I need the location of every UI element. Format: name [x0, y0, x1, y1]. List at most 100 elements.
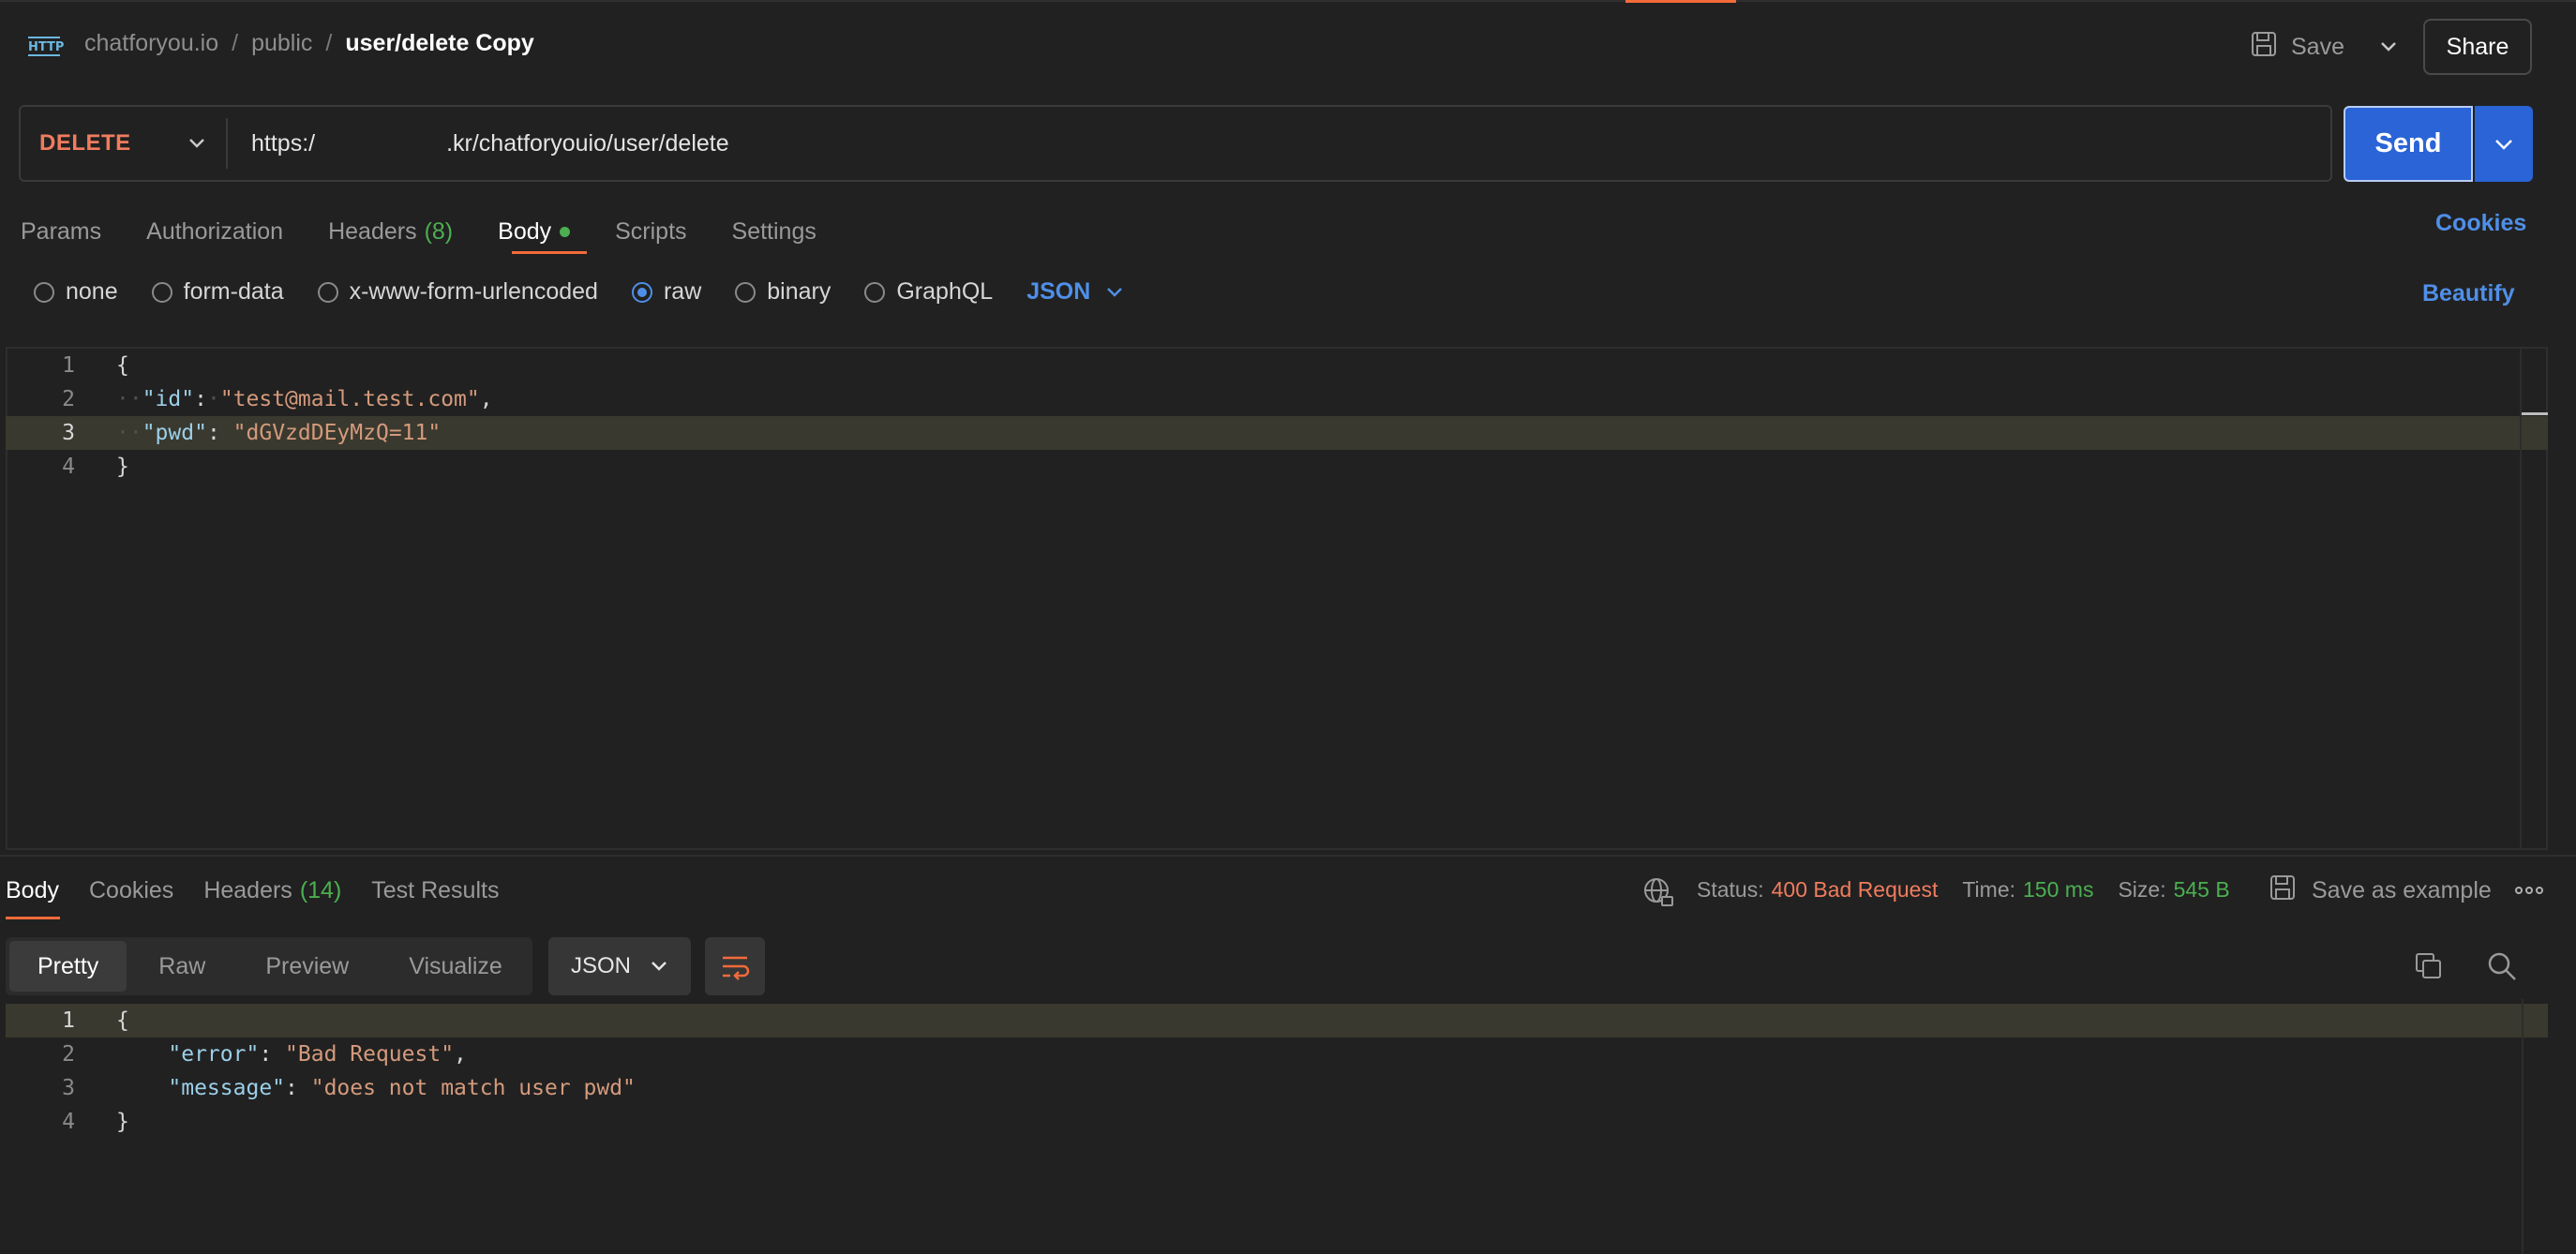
json-value: "does not match user pwd" — [310, 1076, 636, 1100]
response-tab-body[interactable]: Body — [6, 870, 59, 911]
breadcrumb-workspace[interactable]: chatforyou.io — [84, 30, 218, 57]
radio-raw[interactable]: raw — [631, 278, 701, 306]
tab-headers-label: Headers — [328, 217, 417, 245]
svg-text:HTTP: HTTP — [28, 40, 64, 54]
response-line: 2 "error": "Bad Request", — [6, 1038, 2548, 1071]
response-tab-cookies[interactable]: Cookies — [89, 870, 173, 911]
size-value[interactable]: 545 B — [2174, 877, 2230, 903]
response-tab-test-results-label: Test Results — [371, 876, 500, 903]
tab-settings[interactable]: Settings — [732, 208, 816, 255]
tab-scripts-label: Scripts — [615, 217, 687, 245]
method-select[interactable]: DELETE — [39, 105, 206, 182]
panel-divider[interactable] — [0, 855, 2576, 857]
send-options-button[interactable] — [2475, 106, 2533, 182]
more-options-icon[interactable] — [2514, 881, 2544, 900]
breadcrumb: chatforyou.io / public / user/delete Cop… — [84, 30, 534, 57]
time-label: Time: — [1962, 877, 2016, 902]
tab-params[interactable]: Params — [21, 208, 101, 255]
breadcrumb-collection[interactable]: public — [251, 30, 312, 57]
body-language-label: JSON — [1026, 278, 1091, 305]
tab-headers[interactable]: Headers (8) — [328, 208, 453, 255]
status-value[interactable]: 400 Bad Request — [1772, 877, 1939, 903]
breadcrumb-separator: / — [325, 30, 333, 56]
save-label: Save — [2291, 33, 2344, 60]
json-value: "dGVzdDEyMzQ=11" — [232, 421, 442, 445]
view-raw-button[interactable]: Raw — [130, 941, 233, 992]
code-text: { — [116, 1008, 129, 1033]
method-label: DELETE — [39, 130, 131, 156]
radio-binary[interactable]: binary — [735, 278, 831, 306]
code-text: ··"pwd": "dGVzdDEyMzQ=11" — [116, 421, 442, 445]
wrap-lines-icon — [723, 956, 750, 980]
save-button[interactable]: Save — [2250, 26, 2344, 67]
radio-urlencoded[interactable]: x-www-form-urlencoded — [317, 278, 598, 306]
breadcrumb-request-name[interactable]: user/delete Copy — [345, 30, 533, 57]
share-button[interactable]: Share — [2423, 19, 2532, 75]
cookies-link[interactable]: Cookies — [2435, 210, 2526, 237]
save-options-button[interactable] — [2370, 26, 2407, 67]
breadcrumb-separator: / — [232, 30, 239, 56]
chevron-down-icon — [2381, 42, 2396, 52]
radio-urlencoded-label: x-www-form-urlencoded — [349, 278, 598, 305]
line-number: 3 — [62, 421, 75, 445]
code-text: } — [116, 1110, 129, 1134]
tab-authorization[interactable]: Authorization — [146, 208, 283, 255]
line-number: 2 — [62, 1042, 75, 1067]
response-line-current: 1 { — [6, 1004, 2548, 1038]
tab-params-label: Params — [21, 217, 102, 245]
tab-settings-label: Settings — [731, 217, 816, 245]
editor-line: 1 { — [6, 349, 2548, 382]
send-button[interactable]: Send — [2344, 106, 2473, 182]
response-format-select[interactable]: JSON — [548, 937, 691, 995]
response-tab-headers[interactable]: Headers (14) — [203, 870, 341, 911]
radio-binary-label: binary — [767, 278, 831, 305]
globe-lock-icon[interactable] — [1642, 876, 1674, 908]
radio-button[interactable] — [317, 281, 338, 303]
body-modified-dot — [560, 226, 571, 237]
line-number: 1 — [62, 353, 75, 378]
top-border — [0, 0, 2576, 2]
response-tab-cookies-label: Cookies — [88, 876, 174, 903]
editor-scrollbar[interactable] — [2520, 349, 2522, 848]
search-icon[interactable] — [2486, 950, 2518, 982]
save-as-example-label: Save as example — [2312, 877, 2492, 903]
response-meta: Status: 400 Bad Request Time: 150 ms Siz… — [1697, 877, 2254, 903]
radio-form-data[interactable]: form-data — [151, 278, 284, 306]
request-tabs: Params Authorization Headers (8) Body Scr… — [21, 208, 861, 255]
response-view-toggle: Pretty Raw Preview Visualize — [6, 937, 532, 995]
radio-none[interactable]: none — [34, 278, 118, 306]
view-visualize-button[interactable]: Visualize — [381, 941, 531, 992]
tab-body[interactable]: Body — [498, 208, 571, 255]
chevron-down-icon — [651, 962, 666, 971]
copy-icon[interactable] — [2413, 950, 2445, 982]
body-type-selector: none form-data x-www-form-urlencoded raw… — [34, 278, 1124, 306]
radio-button[interactable] — [864, 281, 886, 303]
json-value: "test@mail.test.com" — [219, 387, 480, 411]
radio-button-checked[interactable] — [631, 281, 652, 303]
tab-scripts[interactable]: Scripts — [615, 208, 686, 255]
body-language-select[interactable]: JSON — [1026, 278, 1124, 306]
json-key: "id" — [142, 387, 195, 411]
url-prefix: https:/ — [251, 129, 316, 157]
wrap-lines-button[interactable] — [705, 937, 765, 995]
tab-authorization-label: Authorization — [146, 217, 284, 245]
save-as-example-button[interactable]: Save as example — [2269, 873, 2492, 908]
view-preview-button[interactable]: Preview — [237, 941, 377, 992]
beautify-button[interactable]: Beautify — [2422, 280, 2515, 307]
radio-button[interactable] — [151, 281, 172, 303]
line-number: 4 — [62, 1110, 75, 1134]
time-value[interactable]: 150 ms — [2023, 877, 2093, 903]
response-headers-count: (14) — [299, 876, 342, 903]
view-pretty-button[interactable]: Pretty — [9, 941, 127, 992]
radio-button[interactable] — [735, 281, 756, 303]
status-label: Status: — [1697, 877, 1764, 902]
response-tab-test-results[interactable]: Test Results — [371, 870, 499, 911]
response-line: 3 "message": "does not match user pwd" — [6, 1071, 2548, 1105]
radio-graphql[interactable]: GraphQL — [864, 278, 993, 306]
url-input[interactable]: https:/ .kr/chatforyouio/user/delete — [251, 105, 729, 182]
response-line: 4 } — [6, 1105, 2548, 1139]
chevron-down-icon — [1107, 287, 1123, 297]
code-text: "error": "Bad Request", — [168, 1042, 467, 1067]
response-scrollbar[interactable] — [2522, 999, 2524, 1254]
radio-button[interactable] — [34, 281, 54, 303]
